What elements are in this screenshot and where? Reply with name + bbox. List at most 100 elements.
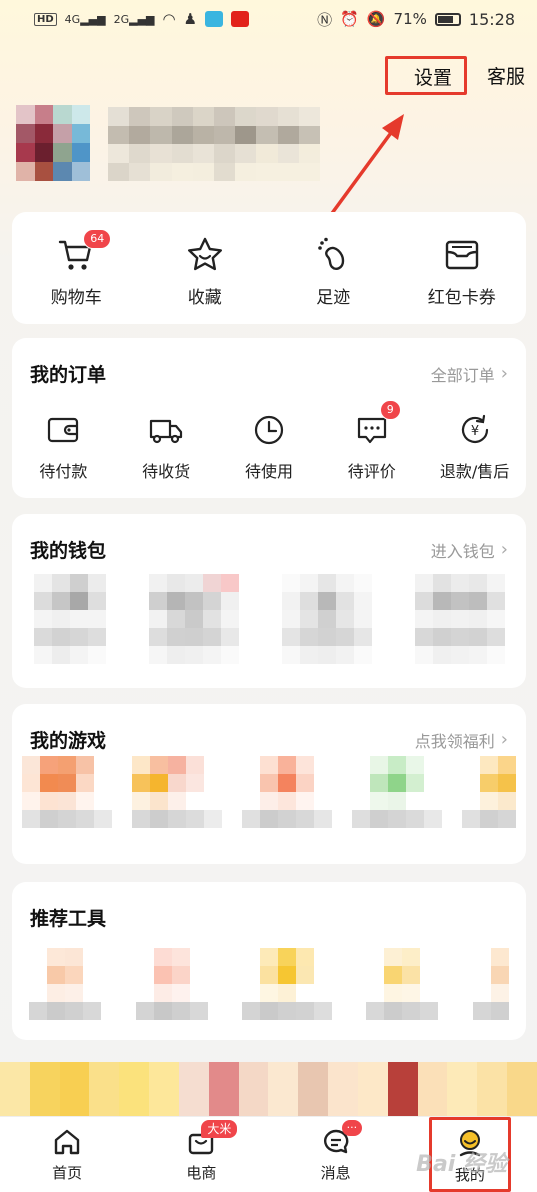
game-rewards-link[interactable]: 点我领福利 › xyxy=(415,728,508,752)
wallet-item[interactable] xyxy=(281,574,372,664)
tool-item[interactable] xyxy=(472,948,509,1020)
tab-messages[interactable]: ··· 消息 xyxy=(286,1120,386,1183)
tool-item[interactable] xyxy=(366,948,439,1020)
alarm-icon: ⏰ xyxy=(340,10,359,28)
promo-banner-blurred[interactable] xyxy=(0,1062,537,1120)
tools-title: 推荐工具 xyxy=(30,908,107,930)
coupon-icon xyxy=(445,240,478,269)
hd-indicator: HD xyxy=(34,12,57,26)
status-bar: HD 4G▂▄▆ 2G▂▄▆ ◠ ♟ Ⓝ ⏰ 🔕 71% 15:28 xyxy=(0,0,537,38)
footprint-icon xyxy=(318,237,345,270)
messages-tag: ··· xyxy=(341,1120,363,1136)
battery-percent: 71% xyxy=(393,10,427,28)
enter-wallet-link[interactable]: 进入钱包 › xyxy=(431,538,508,562)
tab-shop-label: 电商 xyxy=(186,1164,217,1182)
enter-wallet-label: 进入钱包 xyxy=(430,541,495,561)
quick-coupons[interactable]: 红包卡券 xyxy=(407,235,517,308)
tools-list-blurred[interactable] xyxy=(12,948,526,1020)
quick-favorites[interactable]: 收藏 xyxy=(150,235,260,308)
all-orders-label: 全部订单 xyxy=(430,365,495,385)
order-pending-review[interactable]: 9 待评价 xyxy=(324,400,420,482)
chevron-right-icon: › xyxy=(500,363,508,384)
tool-item[interactable] xyxy=(135,948,208,1020)
tmall-app-icon xyxy=(231,11,250,27)
quick-favorites-label: 收藏 xyxy=(187,287,222,308)
quick-footprints[interactable]: 足迹 xyxy=(278,235,388,308)
game-item[interactable] xyxy=(22,756,112,828)
chevron-right-icon: › xyxy=(500,539,508,560)
order-refund[interactable]: ¥ 退款/售后 xyxy=(427,412,523,482)
shop-tag: 大米 xyxy=(201,1120,238,1138)
quick-cart-label: 购物车 xyxy=(50,287,102,308)
orders-header: 我的订单 全部订单 › xyxy=(30,360,508,387)
orders-title: 我的订单 xyxy=(30,364,107,386)
refund-icon: ¥ xyxy=(461,414,488,443)
order-status-row: 待付款 待收货 待使用 9 待评价 ¥ 退款/售后 xyxy=(12,400,526,482)
qq-icon: ♟ xyxy=(183,10,198,28)
wallet-icon xyxy=(48,417,79,443)
order-pending-use[interactable]: 待使用 xyxy=(221,412,317,482)
tab-home-label: 首页 xyxy=(52,1164,83,1182)
wallet-item[interactable] xyxy=(414,574,505,664)
avatar[interactable] xyxy=(16,105,90,181)
wallet-card: 我的钱包 进入钱包 › xyxy=(12,514,526,688)
signal-icon: 4G▂▄▆ xyxy=(64,12,106,26)
game-rewards-label: 点我领福利 xyxy=(414,731,495,751)
order-refund-label: 退款/售后 xyxy=(439,462,510,481)
games-title: 我的游戏 xyxy=(30,730,107,752)
bottom-tab-bar: 首页 大米 电商 ··· 消息 我的 xyxy=(0,1116,537,1192)
mute-icon: 🔕 xyxy=(366,10,386,28)
svg-text:¥: ¥ xyxy=(470,424,478,439)
chevron-right-icon: › xyxy=(500,729,508,750)
top-actions: 设置 客服 xyxy=(384,56,525,95)
star-icon xyxy=(187,237,222,270)
order-pending-payment-label: 待付款 xyxy=(39,462,88,481)
status-right: Ⓝ ⏰ 🔕 71% 15:28 xyxy=(317,9,515,30)
game-item[interactable] xyxy=(462,756,516,828)
wallet-header: 我的钱包 进入钱包 › xyxy=(30,536,508,563)
cart-badge: 64 xyxy=(83,228,112,249)
signal-icon-2: 2G▂▄▆ xyxy=(113,12,155,26)
order-pending-receipt[interactable]: 待收货 xyxy=(118,412,214,482)
tab-me-label: 我的 xyxy=(454,1166,485,1184)
battery-icon xyxy=(434,12,461,26)
profile-icon xyxy=(459,1130,481,1157)
settings-button[interactable]: 设置 xyxy=(414,67,452,89)
games-card: 我的游戏 点我领福利 › xyxy=(12,704,526,864)
tab-me-highlight: 我的 xyxy=(428,1117,511,1192)
tab-home[interactable]: 首页 xyxy=(17,1126,117,1183)
wallet-item[interactable] xyxy=(33,574,106,664)
profile-header[interactable] xyxy=(16,105,320,185)
clock-time: 15:28 xyxy=(468,9,515,29)
order-pending-receipt-label: 待收货 xyxy=(142,462,191,481)
all-orders-link[interactable]: 全部订单 › xyxy=(431,362,508,386)
status-left: HD 4G▂▄▆ 2G▂▄▆ ◠ ♟ xyxy=(34,10,250,28)
orders-card: 我的订单 全部订单 › 待付款 待收货 待使用 9 待评价 ¥ 退款/售后 xyxy=(12,338,526,498)
wallet-items-blurred[interactable] xyxy=(12,574,526,664)
tab-me[interactable]: 我的 xyxy=(420,1117,520,1192)
game-item[interactable] xyxy=(242,756,332,828)
games-header: 我的游戏 点我领福利 › xyxy=(30,726,508,753)
wallet-title: 我的钱包 xyxy=(30,540,107,562)
tool-item[interactable] xyxy=(241,948,332,1020)
game-item[interactable] xyxy=(132,756,222,828)
tab-shop[interactable]: 大米 电商 xyxy=(151,1120,251,1183)
username-blurred xyxy=(108,107,320,181)
wallet-item[interactable] xyxy=(148,574,239,664)
tools-header: 推荐工具 xyxy=(30,904,508,931)
games-list-blurred[interactable] xyxy=(12,756,526,828)
boss-app-icon xyxy=(205,11,224,27)
quick-cart[interactable]: 64 购物车 xyxy=(21,228,131,308)
clock-icon xyxy=(254,415,284,445)
order-pending-payment[interactable]: 待付款 xyxy=(15,412,111,482)
tools-card: 推荐工具 xyxy=(12,882,526,1040)
quick-links-card: 64 购物车 收藏 足迹 红包卡券 xyxy=(12,212,526,324)
customer-service-button[interactable]: 客服 xyxy=(487,62,525,89)
settings-highlight: 设置 xyxy=(384,56,467,95)
quick-footprints-label: 足迹 xyxy=(316,287,351,308)
tool-item[interactable] xyxy=(29,948,102,1020)
game-item[interactable] xyxy=(352,756,442,828)
order-pending-review-label: 待评价 xyxy=(347,462,396,481)
quick-coupons-label: 红包卡券 xyxy=(427,287,496,308)
tab-messages-label: 消息 xyxy=(320,1164,351,1182)
